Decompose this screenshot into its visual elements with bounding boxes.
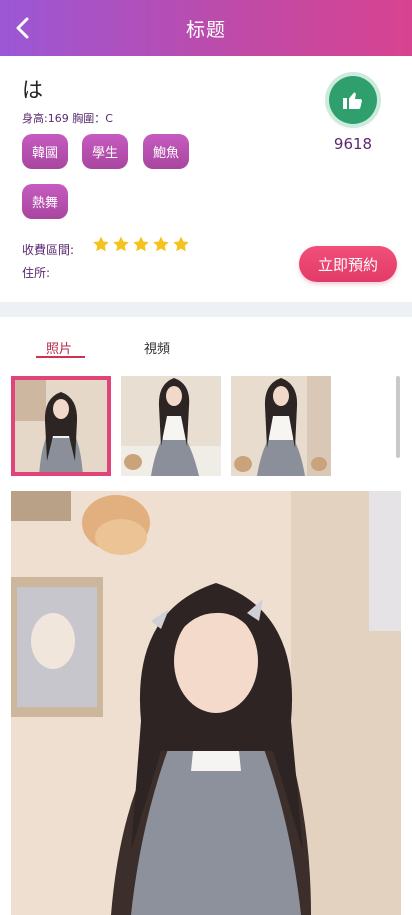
- main-photo[interactable]: [11, 491, 401, 915]
- profile-card: は 身高:169 胸圍：C 韓國 學生 鮑魚 熱舞 收費區間: 住所: 9618…: [0, 56, 412, 302]
- tab-photos[interactable]: 照片: [46, 338, 72, 357]
- tab-videos[interactable]: 視頻: [144, 338, 170, 357]
- gallery-scrollbar[interactable]: [396, 376, 400, 458]
- back-button[interactable]: [10, 14, 38, 42]
- top-bar: 标题: [0, 0, 412, 56]
- portrait-image: [11, 491, 401, 915]
- star-icon: [133, 236, 149, 252]
- photo-thumbnail-image: [121, 376, 221, 476]
- gallery-thumbnail[interactable]: [11, 376, 111, 476]
- gallery-thumbnail[interactable]: [121, 376, 221, 476]
- photo-thumbnail-image: [231, 376, 331, 476]
- star-icon: [153, 236, 169, 252]
- gallery-thumbnail[interactable]: [231, 376, 331, 476]
- tag-abalone[interactable]: 鮑魚: [143, 134, 190, 169]
- tag-dance[interactable]: 熱舞: [22, 184, 69, 219]
- profile-stats: 身高:169 胸圍：C: [22, 112, 113, 125]
- rating-stars: [92, 235, 190, 253]
- active-tab-indicator: [36, 356, 85, 358]
- thumbs-up-icon: [343, 92, 362, 109]
- profile-name: は: [22, 78, 43, 102]
- like-button[interactable]: [329, 76, 377, 124]
- media-tabs: 照片 視頻: [0, 317, 412, 367]
- price-label: 收費區間:: [22, 243, 75, 257]
- book-now-button[interactable]: 立即預約: [299, 246, 397, 282]
- star-icon: [93, 236, 109, 252]
- section-divider: [0, 302, 412, 317]
- address-label: 住所:: [22, 266, 51, 280]
- photo-thumbnail-image: [11, 376, 111, 476]
- chevron-left-icon: [16, 17, 29, 39]
- tag-korea[interactable]: 韓國: [22, 134, 69, 169]
- tag-student[interactable]: 學生: [82, 134, 129, 169]
- page-title: 标题: [185, 18, 226, 41]
- like-count: 9618: [333, 135, 373, 153]
- star-icon: [173, 236, 189, 252]
- star-icon: [113, 236, 129, 252]
